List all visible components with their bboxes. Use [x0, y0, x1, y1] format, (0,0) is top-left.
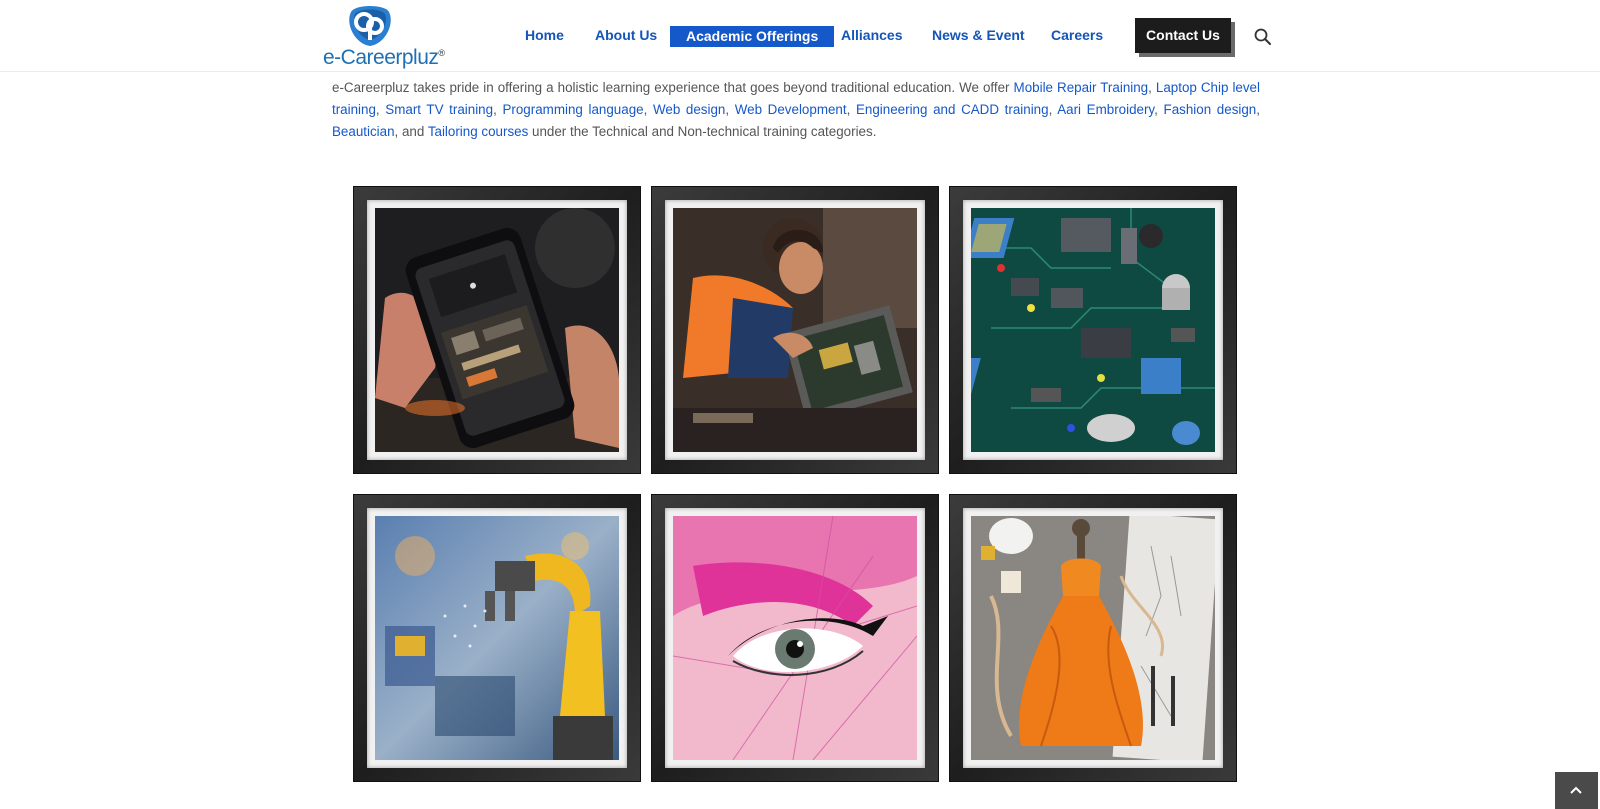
gallery-frame[interactable] [949, 494, 1237, 782]
separator: , [1154, 102, 1164, 117]
intro-tail: under the Technical and Non-technical tr… [528, 124, 877, 139]
frame-mat [367, 200, 627, 460]
link-smart-tv[interactable]: Smart TV training [385, 102, 493, 117]
eye-makeup-photo [673, 516, 917, 760]
separator: , [846, 102, 856, 117]
nav-about-us[interactable]: About Us [595, 24, 657, 46]
intro-paragraph: e-Careerpluz takes pride in offering a h… [332, 77, 1260, 143]
site-logo[interactable]: e-Careerpluz® [323, 4, 445, 69]
separator: , [643, 102, 653, 117]
separator: , [1148, 80, 1156, 95]
frame-mat [665, 508, 925, 768]
gallery-frame[interactable] [353, 186, 641, 474]
logo-mark-icon [349, 6, 391, 46]
frame-mat [665, 200, 925, 460]
laptop-repair-photo [673, 208, 917, 452]
separator-and: , and [394, 124, 428, 139]
link-mobile-repair[interactable]: Mobile Repair Training [1014, 80, 1149, 95]
logo-registered-mark: ® [438, 48, 445, 58]
site-header: e-Careerpluz® Home About Us Academic Off… [0, 0, 1600, 72]
back-to-top-button[interactable] [1555, 772, 1598, 809]
mobile-repair-photo [375, 208, 619, 452]
fashion-dress-photo [971, 516, 1215, 760]
logo-text: e-Careerpluz [323, 46, 439, 69]
circuit-board-photo [971, 208, 1215, 452]
search-icon[interactable] [1253, 27, 1273, 47]
link-aari-embroidery[interactable]: Aari Embroidery [1057, 102, 1154, 117]
nav-news-event[interactable]: News & Event [932, 24, 1025, 46]
link-programming-language[interactable]: Programming language [502, 102, 643, 117]
gallery-frame[interactable] [651, 494, 939, 782]
link-engineering-cadd[interactable]: Engineering and CADD training [856, 102, 1049, 117]
frame-mat [963, 508, 1223, 768]
link-tailoring-courses[interactable]: Tailoring courses [428, 124, 528, 139]
chevron-up-icon [1570, 786, 1582, 794]
separator: , [1256, 102, 1260, 117]
gallery-frame[interactable] [353, 494, 641, 782]
nav-careers[interactable]: Careers [1051, 24, 1103, 46]
intro-lead: e-Careerpluz takes pride in offering a h… [332, 80, 1014, 95]
link-web-design[interactable]: Web design [653, 102, 725, 117]
link-beautician[interactable]: Beautician [332, 124, 395, 139]
link-fashion-design[interactable]: Fashion design [1164, 102, 1257, 117]
separator: , [725, 102, 735, 117]
separator: , [1048, 102, 1058, 117]
separator: , [375, 102, 386, 117]
frame-mat [963, 200, 1223, 460]
nav-academic-offerings[interactable]: Academic Offerings [670, 26, 835, 47]
robotic-arm-photo [375, 516, 619, 760]
course-gallery [353, 186, 1239, 786]
gallery-frame[interactable] [651, 186, 939, 474]
gallery-frame[interactable] [949, 186, 1237, 474]
contact-us-button[interactable]: Contact Us [1135, 18, 1231, 53]
nav-home[interactable]: Home [525, 24, 564, 46]
frame-mat [367, 508, 627, 768]
nav-alliances[interactable]: Alliances [841, 24, 902, 46]
link-web-development[interactable]: Web Development [735, 102, 847, 117]
